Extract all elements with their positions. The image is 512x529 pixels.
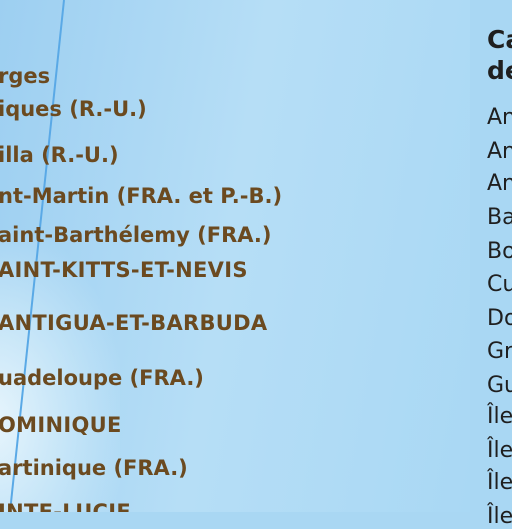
legend-item: Île	[487, 470, 512, 495]
legend-title: Ca de	[487, 24, 512, 86]
legend-item: Île	[487, 404, 512, 429]
map-label-iles-turques: iques (R.-U.)	[0, 97, 147, 121]
legend-item: Ba	[487, 205, 512, 230]
map-label-saint-barthelemy: aint-Barthélemy (FRA.)	[0, 223, 272, 247]
legend-item: Gu	[487, 373, 512, 398]
map-label-saint-martin: nt-Martin (FRA. et P.-B.)	[0, 184, 283, 208]
legend-item: Cu	[487, 272, 512, 297]
legend-item: An	[487, 105, 512, 130]
map-label-martinique: artinique (FRA.)	[0, 456, 188, 480]
legend-item: Gr	[487, 339, 512, 364]
map-area: rges iques (R.-U.) illa (R.-U.) nt-Marti…	[0, 0, 512, 512]
legend-item: Île	[487, 438, 512, 463]
map-label-saint-kitts-et-nevis: AINT-KITTS-ET-NEVIS	[0, 258, 248, 282]
legend-item: Bo	[487, 239, 512, 264]
map-label-guadeloupe: uadeloupe (FRA.)	[0, 366, 204, 390]
map-label-dominique: OMINIQUE	[0, 413, 122, 437]
map-label-antigua-et-barbuda: ANTIGUA-ET-BARBUDA	[0, 311, 268, 335]
legend-title-line-1: Ca	[487, 25, 512, 54]
map-label-sainte-lucie: INTE-LUCIE	[0, 500, 132, 513]
map-label-anguilla: illa (R.-U.)	[0, 143, 119, 167]
legend-item: An	[487, 139, 512, 164]
legend-title-line-2: de	[487, 56, 512, 85]
legend-item: Do	[487, 306, 512, 331]
map-label-vierges: rges	[0, 64, 51, 88]
legend-item: Île	[487, 504, 512, 529]
legend-item: An	[487, 171, 512, 196]
